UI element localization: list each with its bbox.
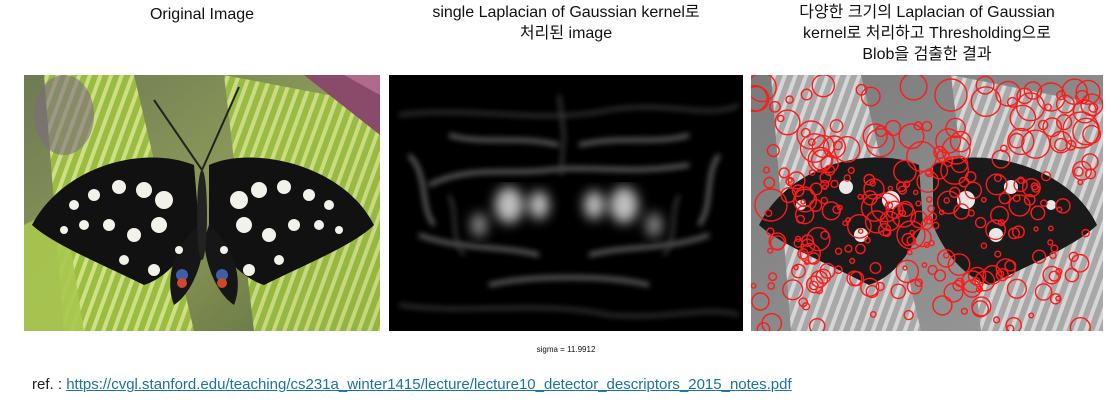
- sigma-label: sigma = 11.9912: [536, 345, 596, 354]
- blob-result-svg: [751, 75, 1103, 331]
- reference-prefix: ref. :: [32, 376, 67, 393]
- butterfly-photo: [24, 75, 380, 331]
- original-image-caption: Original Image: [149, 6, 255, 23]
- log-response-image: [389, 75, 743, 331]
- reference-link[interactable]: https://cvgl.stanford.edu/teaching/cs231…: [66, 376, 791, 393]
- log-image-caption: single Laplacian of Gaussian kernel로 처리된…: [432, 4, 700, 42]
- blob-detection-image: [751, 75, 1103, 331]
- reference-line: ref. : https://cvgl.stanford.edu/teachin…: [32, 376, 792, 394]
- log-filtered-image: [389, 75, 743, 331]
- original-butterfly-image: [24, 75, 380, 331]
- blob-result-caption: 다양한 크기의 Laplacian of Gaussian kernel로 처리…: [799, 4, 1055, 63]
